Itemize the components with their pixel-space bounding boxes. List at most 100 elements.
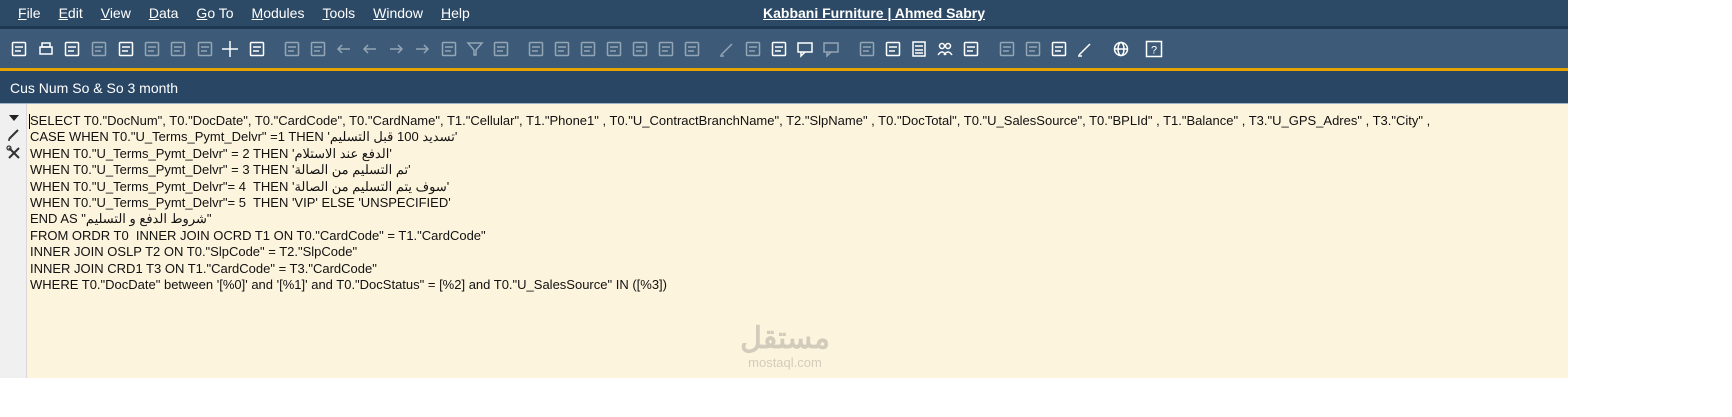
menu-data[interactable]: Data xyxy=(149,5,179,21)
code-line: SELECT T0."DocNum", T0."DocDate", T0."Ca… xyxy=(30,113,1431,128)
move-icon[interactable] xyxy=(221,40,239,58)
menu-tools[interactable]: Tools xyxy=(322,5,355,21)
signature-icon-glyph xyxy=(1078,43,1091,57)
alert-icon[interactable] xyxy=(858,40,876,58)
previous-record-icon-glyph xyxy=(362,44,376,54)
query-icon[interactable] xyxy=(683,40,701,58)
time-icon[interactable] xyxy=(884,40,902,58)
toolbar: ? xyxy=(0,29,1568,69)
refresh-icon-glyph xyxy=(441,41,457,57)
excel-icon-glyph xyxy=(144,41,160,57)
settings-icon-glyph xyxy=(580,41,596,57)
web-icon[interactable] xyxy=(1112,40,1130,58)
code-line: FROM ORDR T0 INNER JOIN OCRD T1 ON T0."C… xyxy=(30,227,486,243)
query-icon-glyph xyxy=(684,41,700,57)
goto-icon[interactable] xyxy=(309,40,327,58)
target-document-icon[interactable] xyxy=(553,40,571,58)
drag-relate-icon[interactable] xyxy=(998,40,1016,58)
print-icon[interactable] xyxy=(37,40,55,58)
form-settings-icon[interactable] xyxy=(744,40,762,58)
first-record-icon[interactable] xyxy=(335,40,353,58)
sort-icon-glyph xyxy=(493,41,509,57)
watermark: مستقل mostaql.com xyxy=(730,322,840,370)
edit-icon[interactable] xyxy=(718,40,736,58)
drag-relate-icon-glyph xyxy=(999,41,1015,57)
code-line: WHEN T0."U_Terms_Pymt_Delvr"= 5 THEN 'VI… xyxy=(30,194,451,210)
currency-icon-glyph xyxy=(606,41,622,57)
layout-icon-glyph xyxy=(1025,41,1041,57)
menu-goto[interactable]: Go To xyxy=(196,5,233,21)
stamp-icon[interactable] xyxy=(962,40,980,58)
menu-window[interactable]: Window xyxy=(373,5,423,21)
balance-icon[interactable] xyxy=(631,40,649,58)
menu-list: File Edit View Data Go To Modules Tools … xyxy=(18,5,470,21)
messages-icon-glyph xyxy=(797,42,813,58)
base-document-icon[interactable] xyxy=(527,40,545,58)
pdf-icon[interactable] xyxy=(196,40,214,58)
dropdown-arrow-icon[interactable] xyxy=(6,110,22,126)
code-line: INNER JOIN CRD1 T3 ON T1."CardCode" = T3… xyxy=(30,260,377,276)
help-icon[interactable]: ? xyxy=(1145,40,1163,58)
menu-help[interactable]: Help xyxy=(441,5,470,21)
code-line: WHERE T0."DocDate" between '[%0]' and '[… xyxy=(30,276,667,292)
udf-icon-glyph xyxy=(771,41,787,57)
menu-modules[interactable]: Modules xyxy=(252,5,305,21)
messages-icon[interactable] xyxy=(796,40,814,58)
filter-icon[interactable] xyxy=(466,40,484,58)
pdf-icon-glyph xyxy=(197,41,213,57)
editor-gutter xyxy=(0,104,27,378)
users-icon-glyph xyxy=(937,42,953,56)
calculator-icon-glyph xyxy=(912,41,926,57)
goto-icon-glyph xyxy=(310,41,326,57)
copy-disabled-icon[interactable] xyxy=(90,40,108,58)
journal-icon[interactable] xyxy=(657,40,675,58)
next-record-icon[interactable] xyxy=(387,40,405,58)
binoculars-icon-glyph xyxy=(284,41,300,57)
time-icon-glyph xyxy=(885,41,901,57)
excel-icon[interactable] xyxy=(143,40,161,58)
watermark-arabic: مستقل xyxy=(740,322,830,355)
launch-icon[interactable] xyxy=(1050,40,1068,58)
signature-icon[interactable] xyxy=(1076,40,1094,58)
print-icon-glyph xyxy=(39,42,53,55)
menu-view[interactable]: View xyxy=(101,5,131,21)
lock-form-icon-glyph xyxy=(249,41,265,57)
code-line: CASE WHEN T0."U_Terms_Pymt_Delvr" =1 THE… xyxy=(30,129,458,145)
previous-record-icon[interactable] xyxy=(361,40,379,58)
edit-icon-glyph xyxy=(720,43,733,57)
lock-form-icon[interactable] xyxy=(248,40,266,58)
currency-icon[interactable] xyxy=(605,40,623,58)
pencil-icon[interactable] xyxy=(6,126,22,142)
word-icon-glyph xyxy=(170,41,186,57)
filter-icon-glyph xyxy=(466,42,484,56)
layout-icon[interactable] xyxy=(1024,40,1042,58)
word-icon[interactable] xyxy=(169,40,187,58)
users-icon[interactable] xyxy=(936,40,954,58)
app-title: Kabbani Furniture | Ahmed Sabry xyxy=(763,5,985,21)
code-line: INNER JOIN OSLP T2 ON T0."SlpCode" = T2.… xyxy=(30,244,358,260)
sort-icon[interactable] xyxy=(492,40,510,58)
menu-file[interactable]: File xyxy=(18,5,41,21)
menu-edit[interactable]: Edit xyxy=(59,5,83,21)
udf-icon[interactable] xyxy=(770,40,788,58)
tools-icon[interactable] xyxy=(6,145,22,161)
balance-icon-glyph xyxy=(632,41,648,57)
binoculars-icon[interactable] xyxy=(283,40,301,58)
stamp-icon-glyph xyxy=(963,41,979,57)
document-icon[interactable] xyxy=(117,40,135,58)
alert-icon-glyph xyxy=(859,41,875,57)
last-record-icon[interactable] xyxy=(413,40,431,58)
window-title: Cus Num So & So 3 month xyxy=(10,80,179,96)
reply-icon[interactable] xyxy=(822,40,840,58)
settings-icon[interactable] xyxy=(579,40,597,58)
calendar-icon[interactable] xyxy=(63,40,81,58)
form-settings-icon-glyph xyxy=(745,41,761,57)
refresh-icon[interactable] xyxy=(440,40,458,58)
move-icon-glyph xyxy=(222,41,238,57)
target-document-icon-glyph xyxy=(554,41,570,57)
reply-icon-glyph xyxy=(823,42,839,58)
calculator-icon[interactable] xyxy=(910,40,928,58)
next-record-icon-glyph xyxy=(390,44,404,54)
preview-icon[interactable] xyxy=(10,40,28,58)
calendar-icon-glyph xyxy=(64,41,80,57)
